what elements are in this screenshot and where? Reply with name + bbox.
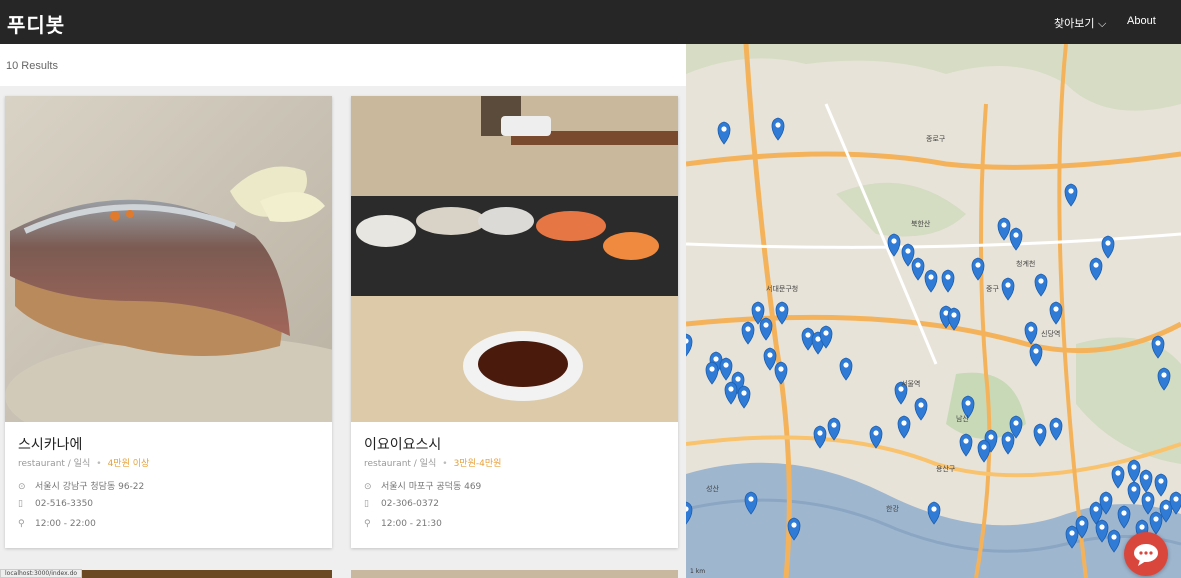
brand-logo[interactable]: 푸디봇 <box>7 9 65 38</box>
restaurant-phone[interactable]: 02-306-0372 <box>381 499 439 509</box>
restaurant-hours-row: ⚲ 12:00 - 21:30 <box>364 519 442 529</box>
restaurant-card-peek[interactable] <box>351 570 678 578</box>
results-header: 10 Results <box>0 44 686 86</box>
restaurant-meta: restaurant / 일식 • 4만원 이상 <box>18 459 150 469</box>
restaurant-card[interactable]: 스시카나에 restaurant / 일식 • 4만원 이상 ⊙ 서울시 강남구 청담… <box>5 96 332 548</box>
restaurant-address: 서울시 강남구 청담동 96-22 <box>35 482 145 492</box>
restaurant-phone-row: ▯ 02-516-3350 <box>18 499 93 509</box>
restaurant-address-row: ⊙ 서울시 강남구 청담동 96-22 <box>18 479 144 492</box>
map-label: 신당역 <box>1041 330 1061 338</box>
nav-explore-dropdown[interactable]: 찾아보기 ⌵ <box>1054 15 1106 31</box>
phone-icon: ▯ <box>364 499 369 509</box>
nav-about-link[interactable]: About <box>1127 15 1156 27</box>
restaurant-hours: 12:00 - 21:30 <box>381 519 442 529</box>
chat-bubble-icon <box>1134 544 1158 566</box>
restaurant-photo[interactable] <box>351 96 678 422</box>
map-label: 성산 <box>706 485 719 493</box>
link-icon: ⚲ <box>18 519 25 529</box>
map-label: 한강 <box>886 505 899 513</box>
map-label: 중구 <box>986 285 999 293</box>
restaurant-name[interactable]: 스시카나에 <box>18 434 82 454</box>
restaurant-hours: 12:00 - 22:00 <box>35 519 96 529</box>
map-label: 청계천 <box>1016 260 1036 268</box>
restaurant-phone-row: ▯ 02-306-0372 <box>364 499 439 509</box>
restaurant-price: 3만원-4만원 <box>453 459 502 469</box>
restaurant-type: restaurant / 일식 <box>18 459 91 469</box>
map-label: 서울역 <box>901 380 921 388</box>
restaurant-address: 서울시 마포구 공덕동 469 <box>381 482 482 492</box>
restaurant-card[interactable]: 이요이요스시 restaurant / 일식 • 3만원-4만원 ⊙ 서울시 마포구 … <box>351 96 678 548</box>
restaurant-photo[interactable] <box>5 96 332 422</box>
map-label: 서대문구청 <box>766 285 799 293</box>
map-label: 용산구 <box>936 465 956 473</box>
location-pin-icon: ⊙ <box>18 482 26 492</box>
link-icon: ⚲ <box>364 519 371 529</box>
results-panel: 10 Results 스시카나에 restaurant / 일식 • 4만원 이… <box>0 44 686 578</box>
restaurant-name[interactable]: 이요이요스시 <box>364 434 441 454</box>
location-pin-icon: ⊙ <box>364 482 372 492</box>
chat-button[interactable] <box>1124 532 1168 576</box>
restaurant-meta: restaurant / 일식 • 3만원-4만원 <box>364 459 502 469</box>
map-scale: 1 km <box>690 568 706 575</box>
restaurant-hours-row: ⚲ 12:00 - 22:00 <box>18 519 96 529</box>
restaurant-price: 4만원 이상 <box>107 459 150 469</box>
restaurant-type: restaurant / 일식 <box>364 459 437 469</box>
restaurant-phone[interactable]: 02-516-3350 <box>35 499 93 509</box>
map-label: 종로구 <box>926 135 946 143</box>
map-label: 남산 <box>956 415 969 423</box>
restaurant-address-row: ⊙ 서울시 마포구 공덕동 469 <box>364 479 481 492</box>
results-count: 10 Results <box>6 60 58 72</box>
phone-icon: ▯ <box>18 499 23 509</box>
restaurant-map[interactable]: 서대문구청 서울역 신당역 북한산 종로구 한강 성산 중구 용산구 청계천 남… <box>686 44 1181 578</box>
top-navbar: 푸디봇 찾아보기 ⌵ About <box>0 0 1181 44</box>
status-url: localhost:3000/index.do <box>0 569 83 578</box>
map-label: 북한산 <box>911 220 931 228</box>
